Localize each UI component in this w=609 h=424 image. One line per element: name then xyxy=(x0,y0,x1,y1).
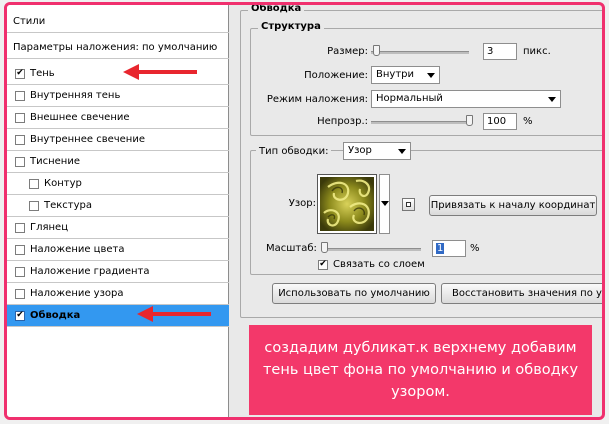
style-item-label: Внешнее свечение xyxy=(30,112,130,123)
style-item[interactable]: Тиснение xyxy=(7,151,229,173)
scale-slider-track[interactable] xyxy=(321,248,421,251)
style-item-label: Наложение градиента xyxy=(30,266,150,277)
link-with-layer-check[interactable]: ✔ xyxy=(318,259,328,270)
stroke-group-title: Обводка xyxy=(248,5,305,14)
style-item-label: Наложение цвета xyxy=(30,244,125,255)
fill-type-select[interactable]: Узор xyxy=(343,142,411,160)
style-item[interactable]: Наложение цвета xyxy=(7,239,229,261)
chevron-down-icon xyxy=(427,73,435,78)
make-default-button[interactable]: Использовать по умолчанию xyxy=(272,283,436,304)
pattern-swatch[interactable] xyxy=(317,174,377,234)
pattern-label: Узор: xyxy=(288,198,316,209)
style-item-checkbox[interactable] xyxy=(15,244,25,255)
pattern-thumbnail-icon xyxy=(320,177,374,231)
new-document-icon xyxy=(406,202,411,207)
scale-input[interactable]: 1 xyxy=(432,240,466,257)
style-item-checkbox[interactable]: ✔ xyxy=(15,310,25,321)
position-select[interactable]: Внутри xyxy=(371,66,440,84)
reset-to-default-button[interactable]: Восстановить значения по умолч xyxy=(441,283,602,304)
style-item-checkbox[interactable] xyxy=(15,266,25,277)
style-item-checkbox[interactable] xyxy=(15,134,25,145)
opacity-slider-track[interactable] xyxy=(371,121,469,124)
style-item-label: Наложение узора xyxy=(30,288,124,299)
blend-mode-label: Режим наложения: xyxy=(266,94,368,105)
style-item-label: Контур xyxy=(44,178,82,189)
style-item[interactable]: Внутреннее свечение xyxy=(7,129,229,151)
opacity-slider-thumb[interactable] xyxy=(466,115,473,126)
chevron-down-icon xyxy=(548,97,556,102)
style-item[interactable]: Текстура xyxy=(7,195,229,217)
style-item[interactable]: Внутренняя тень xyxy=(7,85,229,107)
position-select-value: Внутри xyxy=(376,69,414,80)
blend-mode-select[interactable]: Нормальный xyxy=(371,90,561,108)
scale-unit: % xyxy=(470,243,480,254)
blending-options-label: Параметры наложения: по умолчанию xyxy=(13,42,218,53)
new-preset-button[interactable] xyxy=(402,198,415,211)
style-item[interactable]: Наложение узора xyxy=(7,283,229,305)
chevron-down-icon xyxy=(381,201,389,206)
style-item-checkbox[interactable] xyxy=(15,90,25,101)
style-item-label: Тень xyxy=(30,68,55,79)
blend-mode-select-value: Нормальный xyxy=(376,93,443,104)
pattern-picker-button[interactable] xyxy=(379,174,390,234)
scale-input-value: 1 xyxy=(436,243,445,254)
size-slider-track[interactable] xyxy=(371,51,469,54)
link-with-layer-checkbox[interactable]: ✔ Связать со слоем xyxy=(318,259,425,270)
style-item-label: Внутренняя тень xyxy=(30,90,121,101)
size-unit: пикс. xyxy=(523,46,551,57)
style-item-checkbox[interactable] xyxy=(29,200,39,211)
style-item-checkbox[interactable] xyxy=(15,288,25,299)
red-arrow-icon xyxy=(123,64,197,80)
style-item[interactable]: Внешнее свечение xyxy=(7,107,229,129)
style-item-label: Глянец xyxy=(30,222,69,233)
annotation-text: создадим дубликат.к верхнему добавим тен… xyxy=(262,340,579,400)
red-arrow-icon xyxy=(137,306,211,322)
layer-style-dialog: Стили Параметры наложения: по умолчанию … xyxy=(4,2,605,420)
opacity-input[interactable]: 100 xyxy=(483,113,517,130)
style-item-label: Внутреннее свечение xyxy=(30,134,145,145)
style-item-label: Тиснение xyxy=(30,156,80,167)
style-item-checkbox[interactable] xyxy=(15,156,25,167)
size-slider-thumb[interactable] xyxy=(373,45,380,56)
style-item-checkbox[interactable]: ✔ xyxy=(15,68,25,79)
style-item-checkbox[interactable] xyxy=(29,178,39,189)
size-label: Размер: xyxy=(327,46,368,57)
style-item[interactable]: Глянец xyxy=(7,217,229,239)
style-item-label: Текстура xyxy=(44,200,93,211)
style-item-label: Обводка xyxy=(30,310,81,321)
annotation-box: создадим дубликат.к верхнему добавим тен… xyxy=(249,325,592,415)
chevron-down-icon xyxy=(398,149,406,154)
position-label: Положение: xyxy=(304,70,368,81)
opacity-unit: % xyxy=(523,116,533,127)
fill-type-select-value: Узор xyxy=(348,145,372,156)
opacity-label: Непрозр.: xyxy=(317,116,368,127)
scale-slider-thumb[interactable] xyxy=(321,242,328,253)
snap-to-origin-button[interactable]: Привязать к началу координат xyxy=(429,195,597,216)
scale-label: Масштаб: xyxy=(266,243,317,254)
styles-header-label: Стили xyxy=(13,16,46,27)
fill-type-label: Тип обводки: xyxy=(256,146,332,157)
style-item[interactable]: Наложение градиента xyxy=(7,261,229,283)
style-item[interactable]: Контур xyxy=(7,173,229,195)
style-item-checkbox[interactable] xyxy=(15,222,25,233)
link-with-layer-label: Связать со слоем xyxy=(333,259,425,270)
style-item-checkbox[interactable] xyxy=(15,112,25,123)
blending-options-header[interactable]: Параметры наложения: по умолчанию xyxy=(7,37,229,59)
styles-header[interactable]: Стили xyxy=(7,11,229,33)
size-input[interactable]: 3 xyxy=(483,43,517,60)
structure-group-title: Структура xyxy=(258,21,324,32)
